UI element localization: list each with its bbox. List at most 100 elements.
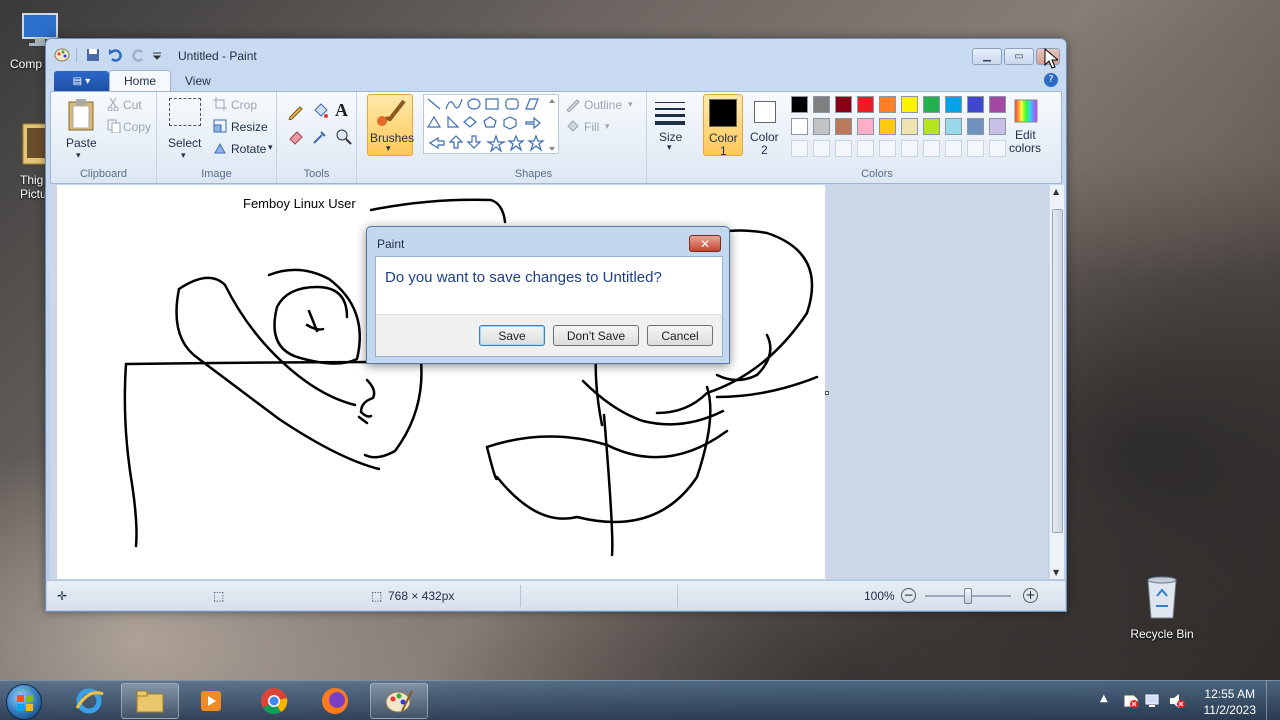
canvas-resize-handle[interactable] [825,391,829,395]
scroll-up-icon[interactable]: ▲ [1053,187,1059,196]
palette-color-swatch[interactable] [989,96,1006,113]
text-tool-icon[interactable]: A [335,100,348,121]
palette-color-swatch[interactable] [945,118,962,135]
customize-qat-icon[interactable] [152,48,168,62]
palette-color-swatch[interactable] [945,96,962,113]
cut-button[interactable]: Cut [123,98,142,112]
taskbar-paint[interactable] [370,683,428,719]
palette-color-swatch[interactable] [901,118,918,135]
palette-color-swatch[interactable] [813,96,830,113]
start-button[interactable] [6,684,42,720]
desktop-icon-recycle-bin[interactable]: Recycle Bin [1122,574,1202,641]
custom-color-slot[interactable] [923,140,940,157]
clock[interactable]: 12:55 AM 11/2/2023 [1204,686,1257,718]
cancel-button[interactable]: Cancel [647,325,713,346]
custom-color-slot[interactable] [857,140,874,157]
custom-color-slot[interactable] [967,140,984,157]
redo-icon[interactable] [130,48,146,62]
palette-color-swatch[interactable] [857,118,874,135]
zoom-in-button[interactable]: + [1023,588,1038,603]
paste-button[interactable]: Paste [66,136,97,150]
save-icon[interactable] [86,48,102,62]
tab-home[interactable]: Home [109,70,172,91]
fill-bucket-icon[interactable] [311,102,329,123]
shapes-gallery[interactable] [423,94,559,154]
select-button[interactable]: Select [168,136,201,150]
scrollbar-thumb[interactable] [1052,209,1063,533]
maximize-button[interactable]: ▭ [1004,48,1034,65]
zoom-slider-thumb[interactable] [964,588,972,604]
zoom-slider[interactable] [925,588,1011,604]
palette-color-swatch[interactable] [879,96,896,113]
color2-button[interactable]: Color 2 [747,94,785,157]
size-button[interactable]: Size ▾ [649,94,693,156]
palette-color-swatch[interactable] [901,96,918,113]
palette-color-swatch[interactable] [879,118,896,135]
paste-dropdown-icon[interactable]: ▾ [76,150,81,161]
paint-app-icon[interactable] [54,48,70,62]
help-icon[interactable]: ? [1044,73,1058,87]
custom-color-slot[interactable] [835,140,852,157]
taskbar-firefox[interactable] [306,683,364,719]
edit-colors-icon[interactable] [1013,98,1039,127]
show-desktop-button[interactable] [1266,681,1280,720]
zoom-out-button[interactable]: − [901,588,916,603]
rotate-button[interactable]: Rotate [231,142,266,156]
dont-save-button[interactable]: Don't Save [553,325,639,346]
palette-color-swatch[interactable] [989,118,1006,135]
select-icon[interactable] [169,98,201,126]
rotate-dropdown-icon[interactable]: ▾ [268,142,273,153]
color1-button[interactable]: Color 1 [703,94,743,158]
palette-color-swatch[interactable] [967,118,984,135]
palette-color-swatch[interactable] [967,96,984,113]
scroll-down-icon[interactable]: ▼ [1053,568,1059,577]
paint-menu-button[interactable]: ▤ ▾ [54,71,109,91]
palette-color-swatch[interactable] [813,118,830,135]
edit-colors-label-line2[interactable]: colors [1009,141,1041,155]
network-icon[interactable] [1144,693,1162,709]
palette-color-swatch[interactable] [835,96,852,113]
palette-color-swatch[interactable] [791,96,808,113]
resize-button[interactable]: Resize [231,120,268,134]
outline-dropdown-icon[interactable]: ▾ [628,99,633,110]
dialog-close-button[interactable]: ✕ [689,235,721,252]
custom-color-slot[interactable] [989,140,1006,157]
undo-icon[interactable] [108,48,124,62]
taskbar-chrome[interactable] [245,683,303,719]
custom-color-slot[interactable] [813,140,830,157]
title-bar[interactable]: Untitled - Paint ▁ ▭ ✕ ? [46,39,1066,87]
color-picker-icon[interactable] [311,128,329,149]
select-dropdown-icon[interactable]: ▾ [181,150,186,161]
taskbar-media-player[interactable] [182,683,240,719]
custom-color-slot[interactable] [879,140,896,157]
edit-colors-label-line1[interactable]: Edit [1015,128,1036,142]
palette-color-swatch[interactable] [835,118,852,135]
magnifier-icon[interactable] [335,128,353,149]
volume-muted-icon[interactable] [1168,693,1186,709]
palette-color-swatch[interactable] [923,96,940,113]
custom-color-slot[interactable] [945,140,962,157]
palette-color-swatch[interactable] [923,118,940,135]
pencil-icon[interactable] [287,102,305,123]
copy-button[interactable]: Copy [123,120,151,134]
copy-icon [107,119,121,136]
tab-view[interactable]: View [171,71,225,91]
taskbar-file-explorer[interactable] [121,683,179,719]
crop-button[interactable]: Crop [231,98,257,112]
save-button[interactable]: Save [479,325,545,346]
fill-button[interactable]: Fill [584,120,599,134]
show-hidden-icons-button[interactable]: ▲ [1100,693,1108,704]
paste-icon[interactable] [67,98,97,135]
outline-button[interactable]: Outline [584,98,622,112]
palette-color-swatch[interactable] [857,96,874,113]
fill-dropdown-icon[interactable]: ▾ [605,121,610,132]
custom-color-slot[interactable] [901,140,918,157]
taskbar-internet-explorer[interactable] [60,683,118,719]
custom-color-slot[interactable] [791,140,808,157]
palette-color-swatch[interactable] [791,118,808,135]
brushes-button[interactable]: Brushes ▾ [367,94,414,156]
eraser-icon[interactable] [287,128,305,149]
action-center-icon[interactable] [1122,693,1140,709]
vertical-scrollbar[interactable]: ▲ ▼ [1049,185,1064,579]
minimize-button[interactable]: ▁ [972,48,1002,65]
